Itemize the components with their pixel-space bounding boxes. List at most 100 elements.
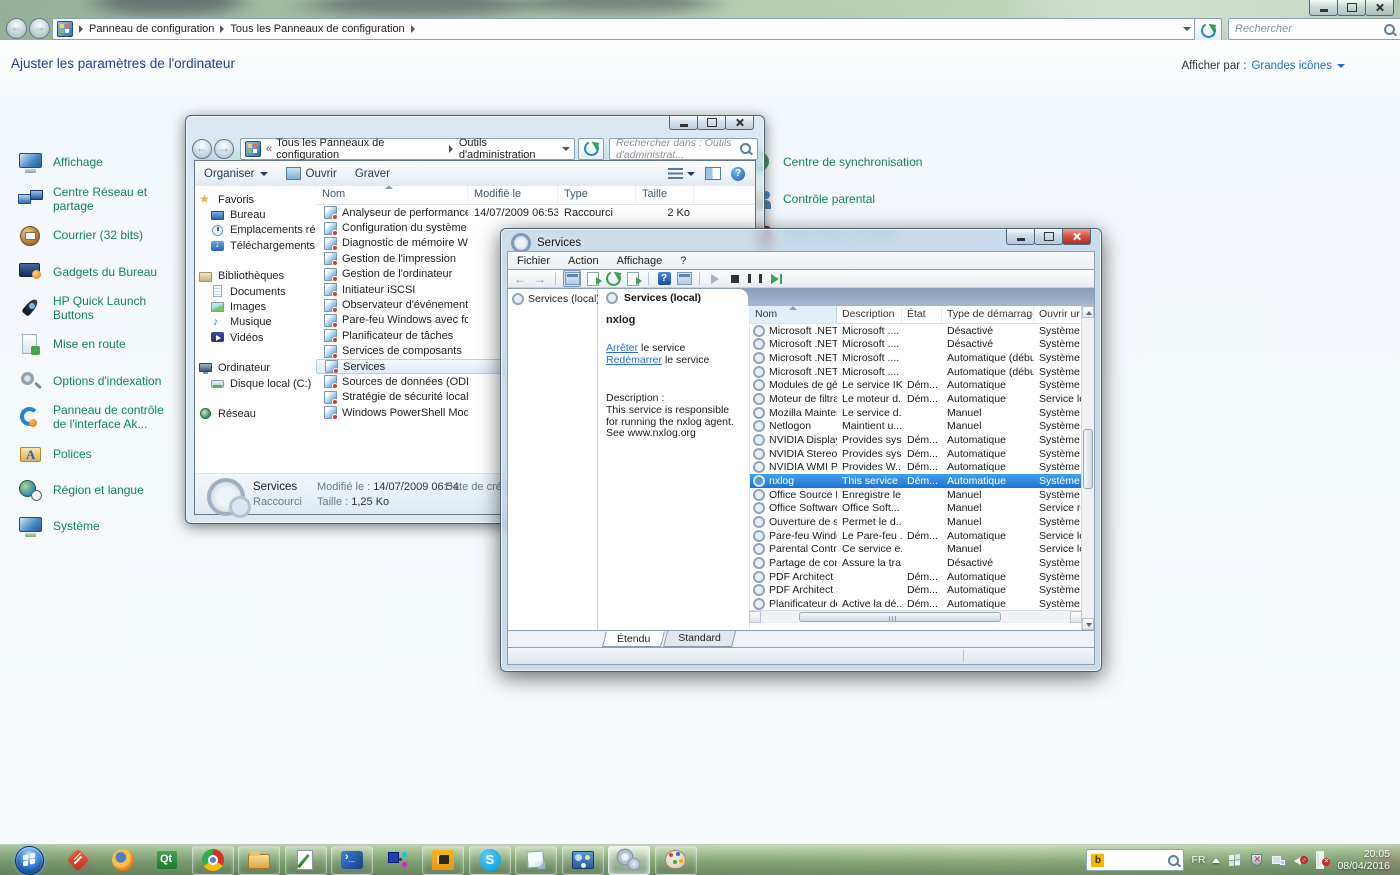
- control-panel-item[interactable]: Mise en route: [18, 327, 178, 363]
- breadcrumb-all-items[interactable]: Tous les Panneaux de configuration: [230, 23, 404, 35]
- refresh-button[interactable]: [605, 271, 621, 286]
- column-header-startup-type[interactable]: Type de démarrage: [942, 306, 1034, 323]
- taskbar-app-button[interactable]: [515, 846, 557, 875]
- service-row[interactable]: Microsoft .NET Fr... Microsoft .... Auto…: [750, 351, 1082, 365]
- column-header-modified[interactable]: Modifié le: [468, 186, 558, 204]
- scrollbar-thumb[interactable]: [799, 612, 1001, 622]
- control-panel-item[interactable]: Polices: [18, 436, 178, 472]
- forward-button[interactable]: →: [214, 139, 234, 159]
- minimize-button[interactable]: [669, 116, 698, 130]
- sidebar-item[interactable]: Réseau: [195, 406, 315, 421]
- control-panel-item[interactable]: Centre Réseau et partage: [18, 181, 178, 217]
- menu-item[interactable]: Affichage: [608, 255, 672, 267]
- refresh-button[interactable]: [578, 138, 604, 160]
- close-button[interactable]: [725, 116, 754, 130]
- service-row[interactable]: Modules de génér... Le service IK... Dém…: [750, 379, 1082, 393]
- service-row[interactable]: Netlogon Maintient u... Manuel Système: [750, 420, 1082, 434]
- control-panel-item[interactable]: Options d'indexation: [18, 363, 178, 399]
- windows-flag-icon[interactable]: [1227, 853, 1242, 868]
- taskbar-app-button[interactable]: [562, 846, 604, 875]
- scroll-left-button[interactable]: [749, 611, 761, 623]
- taskbar-app-button[interactable]: [378, 847, 418, 874]
- column-header-description[interactable]: Description: [837, 306, 902, 323]
- help-button[interactable]: ?: [656, 271, 672, 286]
- control-panel-item[interactable]: Contrôle parental: [748, 181, 968, 217]
- scroll-down-button[interactable]: [1082, 618, 1094, 630]
- control-panel-item[interactable]: Centre de synchronisation: [748, 145, 968, 181]
- breadcrumb-admin-tools[interactable]: Outils d'administration: [459, 137, 562, 161]
- sidebar-item[interactable]: Emplacements récents: [195, 223, 315, 238]
- control-panel-item[interactable]: Panneau de contrôle de l'interface Ak...: [18, 400, 178, 436]
- sidebar-item[interactable]: Images: [195, 299, 315, 314]
- sidebar-item[interactable]: Téléchargements: [195, 238, 315, 253]
- view-by-dropdown-icon[interactable]: [1337, 64, 1345, 68]
- views-button[interactable]: [668, 168, 695, 179]
- start-button[interactable]: [15, 846, 44, 875]
- taskbar-app-button[interactable]: [608, 846, 650, 875]
- export-list-button[interactable]: [585, 271, 601, 286]
- close-button[interactable]: [1062, 229, 1091, 245]
- service-row[interactable]: Microsoft .NET Fr... Microsoft .... Désa…: [750, 324, 1082, 338]
- network-icon[interactable]: [1271, 853, 1286, 868]
- service-row[interactable]: PDF Architect Serv... Dém... Automatique…: [750, 583, 1082, 597]
- address-dropdown-icon[interactable]: [562, 147, 570, 151]
- taskbar-app-button[interactable]: [58, 847, 98, 874]
- help-button[interactable]: ?: [731, 167, 745, 181]
- properties-button[interactable]: [676, 271, 692, 286]
- address-dropdown-icon[interactable]: [1183, 27, 1191, 31]
- service-row[interactable]: NVIDIA WMI Provi... Provides W... Dém...…: [750, 461, 1082, 475]
- taskbar-app-button[interactable]: [422, 846, 464, 875]
- taskbar-app-button[interactable]: [103, 847, 143, 874]
- sidebar-item[interactable]: Favoris: [195, 192, 315, 207]
- file-row[interactable]: Analyseur de performances 14/07/2009 06:…: [316, 205, 755, 220]
- service-row[interactable]: Partage de connex... Assure la tra... Dé…: [750, 556, 1082, 570]
- close-button[interactable]: [1365, 0, 1394, 16]
- service-row[interactable]: Office Source Eng... Enregistre le... Ma…: [750, 488, 1082, 502]
- service-row[interactable]: NVIDIA Display Dri... Provides sys... Dé…: [750, 433, 1082, 447]
- taskbar-app-button[interactable]: [285, 846, 327, 875]
- open-button[interactable]: Ouvrir: [277, 167, 346, 180]
- control-panel-item[interactable]: Région et langue: [18, 473, 178, 509]
- sidebar-item[interactable]: Musique: [195, 315, 315, 330]
- search-input[interactable]: Rechercher dans : Outils d'administrat..…: [609, 138, 758, 160]
- service-row[interactable]: Planificateur de cl... Active la dé... D…: [750, 597, 1082, 611]
- column-header-type[interactable]: Type: [558, 186, 636, 204]
- scroll-up-button[interactable]: [1082, 306, 1094, 318]
- stop-service-button[interactable]: [727, 271, 743, 286]
- organize-button[interactable]: Organiser: [195, 168, 277, 180]
- minimize-button[interactable]: [1006, 229, 1035, 245]
- back-button[interactable]: ←: [6, 18, 27, 39]
- control-panel-item[interactable]: HP Quick Launch Buttons: [18, 291, 178, 327]
- service-row[interactable]: Moteur de filtrage... Le moteur d... Dém…: [750, 392, 1082, 406]
- column-header-name[interactable]: Nom: [750, 306, 837, 323]
- service-row[interactable]: Mozilla Maintena... Le service d... Manu…: [750, 406, 1082, 420]
- view-tab[interactable]: Étendu: [602, 631, 665, 647]
- menu-item[interactable]: Fichier: [508, 255, 559, 267]
- console-tree-button[interactable]: [563, 270, 581, 287]
- view-tab[interactable]: Standard: [663, 631, 736, 647]
- taskbar-app-button[interactable]: [147, 847, 187, 874]
- column-header-logon-as[interactable]: Ouvrir ur: [1034, 306, 1082, 323]
- taskbar-app-button[interactable]: [469, 846, 511, 875]
- control-panel-item[interactable]: Affichage: [18, 145, 178, 181]
- column-header-size[interactable]: Taille: [636, 186, 694, 204]
- breadcrumb-all-items[interactable]: Tous les Panneaux de configuration: [276, 137, 443, 161]
- control-panel-item[interactable]: Système: [18, 509, 178, 545]
- address-bar[interactable]: Panneau de configuration Tous les Pannea…: [52, 18, 1196, 40]
- sidebar-item[interactable]: Documents: [195, 284, 315, 299]
- clock[interactable]: 20:05 08/04/2016: [1337, 848, 1390, 872]
- security-alert-icon[interactable]: [1249, 853, 1264, 868]
- menu-item[interactable]: Action: [559, 255, 608, 267]
- sidebar-item[interactable]: Vidéos: [195, 330, 315, 345]
- volume-muted-icon[interactable]: [1293, 853, 1308, 868]
- service-row[interactable]: nxlog This service ... Dém... Automatiqu…: [750, 474, 1082, 488]
- address-bar[interactable]: « Tous les Panneaux de configuration Out…: [240, 138, 575, 160]
- tree-item-services-local[interactable]: Services (local): [512, 293, 593, 305]
- preview-pane-button[interactable]: [705, 167, 721, 180]
- taskbar-search-input[interactable]: b: [1086, 849, 1184, 871]
- taskbar-app-button[interactable]: [655, 846, 697, 875]
- taskbar-app-button[interactable]: [192, 846, 234, 875]
- restart-service-button[interactable]: [767, 271, 783, 286]
- minimize-button[interactable]: [1309, 0, 1338, 16]
- maximize-button[interactable]: [697, 116, 726, 130]
